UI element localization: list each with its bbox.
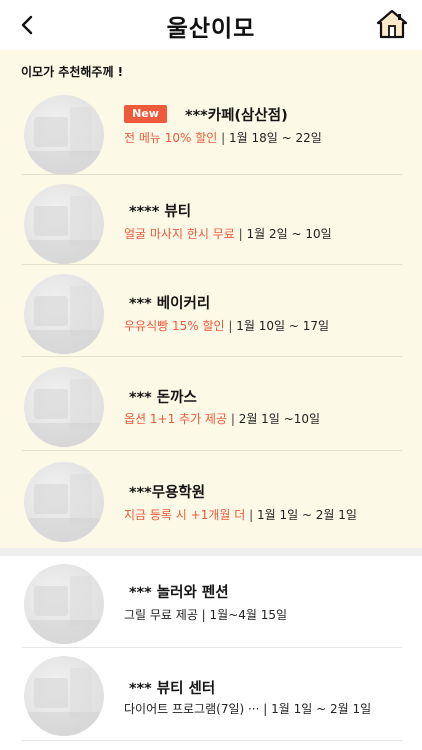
store-thumbnail: [24, 564, 104, 644]
period-text: 2월 1일 ~10일: [238, 412, 321, 426]
promo-text: 얼굴 마사지 한시 무료: [124, 227, 235, 241]
separator: |: [245, 508, 257, 522]
store-desc: 전 메뉴 10% 할인 | 1월 18일 ~ 22일: [124, 129, 322, 146]
promo-text: 지금 등록 시 +1개월 더: [124, 508, 246, 522]
row-divider: [22, 356, 402, 357]
home-icon: [376, 9, 408, 39]
period-text: 1월 1일 ~ 2월 1일: [256, 508, 357, 522]
store-desc: 얼굴 마사지 한시 무료 | 1월 2일 ~ 10일: [124, 225, 332, 242]
period-text: 1월 10일 ~ 17일: [236, 319, 330, 333]
store-name: ***무용학원: [129, 485, 206, 501]
list-item[interactable]: ***무용학원 지금 등록 시 +1개월 더 | 1월 1일 ~ 2월 1일: [0, 460, 422, 548]
separator: |: [227, 412, 239, 426]
store-desc: 우유식빵 15% 할인 | 1월 10일 ~ 17일: [124, 317, 329, 334]
row-divider: [22, 647, 402, 648]
store-thumbnail: [24, 95, 104, 175]
recommend-heading: 이모가 추천해주께 !: [21, 65, 124, 79]
promo-text: 옵션 1+1 추가 제공: [124, 412, 228, 426]
section-divider: [0, 548, 422, 556]
row-divider: [22, 450, 402, 451]
list-item[interactable]: *** 놀러와 펜션 그릴 무료 제공 | 1월~4월 15일: [0, 564, 422, 646]
separator: |: [224, 319, 237, 333]
store-thumbnail: [24, 274, 104, 354]
store-thumbnail: [24, 462, 104, 542]
promo-text: 전 메뉴 10% 할인: [124, 131, 218, 145]
store-thumbnail: [24, 656, 104, 736]
page-title: 울산이모: [166, 15, 256, 42]
store-thumbnail: [24, 184, 104, 264]
period-text: 1월 18일 ~ 22일: [229, 131, 322, 145]
row-divider: [22, 740, 402, 741]
separator: |: [234, 227, 247, 241]
separator: |: [217, 131, 229, 145]
store-name: *** 돈까스: [129, 390, 197, 406]
app-header: 울산이모: [0, 0, 422, 50]
store-name: *** 베이커리: [129, 296, 211, 312]
store-name: **** 뷰티: [129, 204, 192, 220]
list-item[interactable]: **** 뷰티 얼굴 마사지 한시 무료 | 1월 2일 ~ 10일: [0, 184, 422, 275]
store-name: *** 놀러와 펜션: [129, 585, 229, 601]
store-desc: 옵션 1+1 추가 제공 | 2월 1일 ~10일: [124, 410, 320, 427]
list-item[interactable]: *** 베이커리 우유식빵 15% 할인 | 1월 10일 ~ 17일: [0, 274, 422, 365]
store-desc: 지금 등록 시 +1개월 더 | 1월 1일 ~ 2월 1일: [124, 506, 357, 523]
store-name: ***카페(삼산점): [185, 108, 288, 124]
list-item[interactable]: New ***카페(삼산점) 전 메뉴 10% 할인 | 1월 18일 ~ 22…: [0, 92, 422, 184]
recommend-section: 이모가 추천해주께 ! New ***카페(삼산점) 전 메뉴 10% 할인 |…: [0, 50, 422, 548]
promo-text: 우유식빵 15% 할인: [124, 319, 225, 333]
store-desc: 다이어트 프로그램(7일) ··· | 1월 1일 ~ 2월 1일: [124, 702, 372, 716]
row-divider: [22, 174, 402, 175]
row-divider: [22, 264, 402, 265]
period-text: 1월 2일 ~ 10일: [246, 227, 332, 241]
list-item[interactable]: *** 뷰티 센터 다이어트 프로그램(7일) ··· | 1월 1일 ~ 2월…: [0, 656, 422, 740]
home-button[interactable]: [376, 9, 408, 39]
store-desc: 그릴 무료 제공 | 1월~4월 15일: [124, 608, 288, 622]
list-item[interactable]: *** 돈까스 옵션 1+1 추가 제공 | 2월 1일 ~10일: [0, 366, 422, 456]
store-name: *** 뷰티 센터: [129, 681, 216, 697]
new-badge: New: [124, 105, 167, 123]
store-thumbnail: [24, 367, 104, 447]
